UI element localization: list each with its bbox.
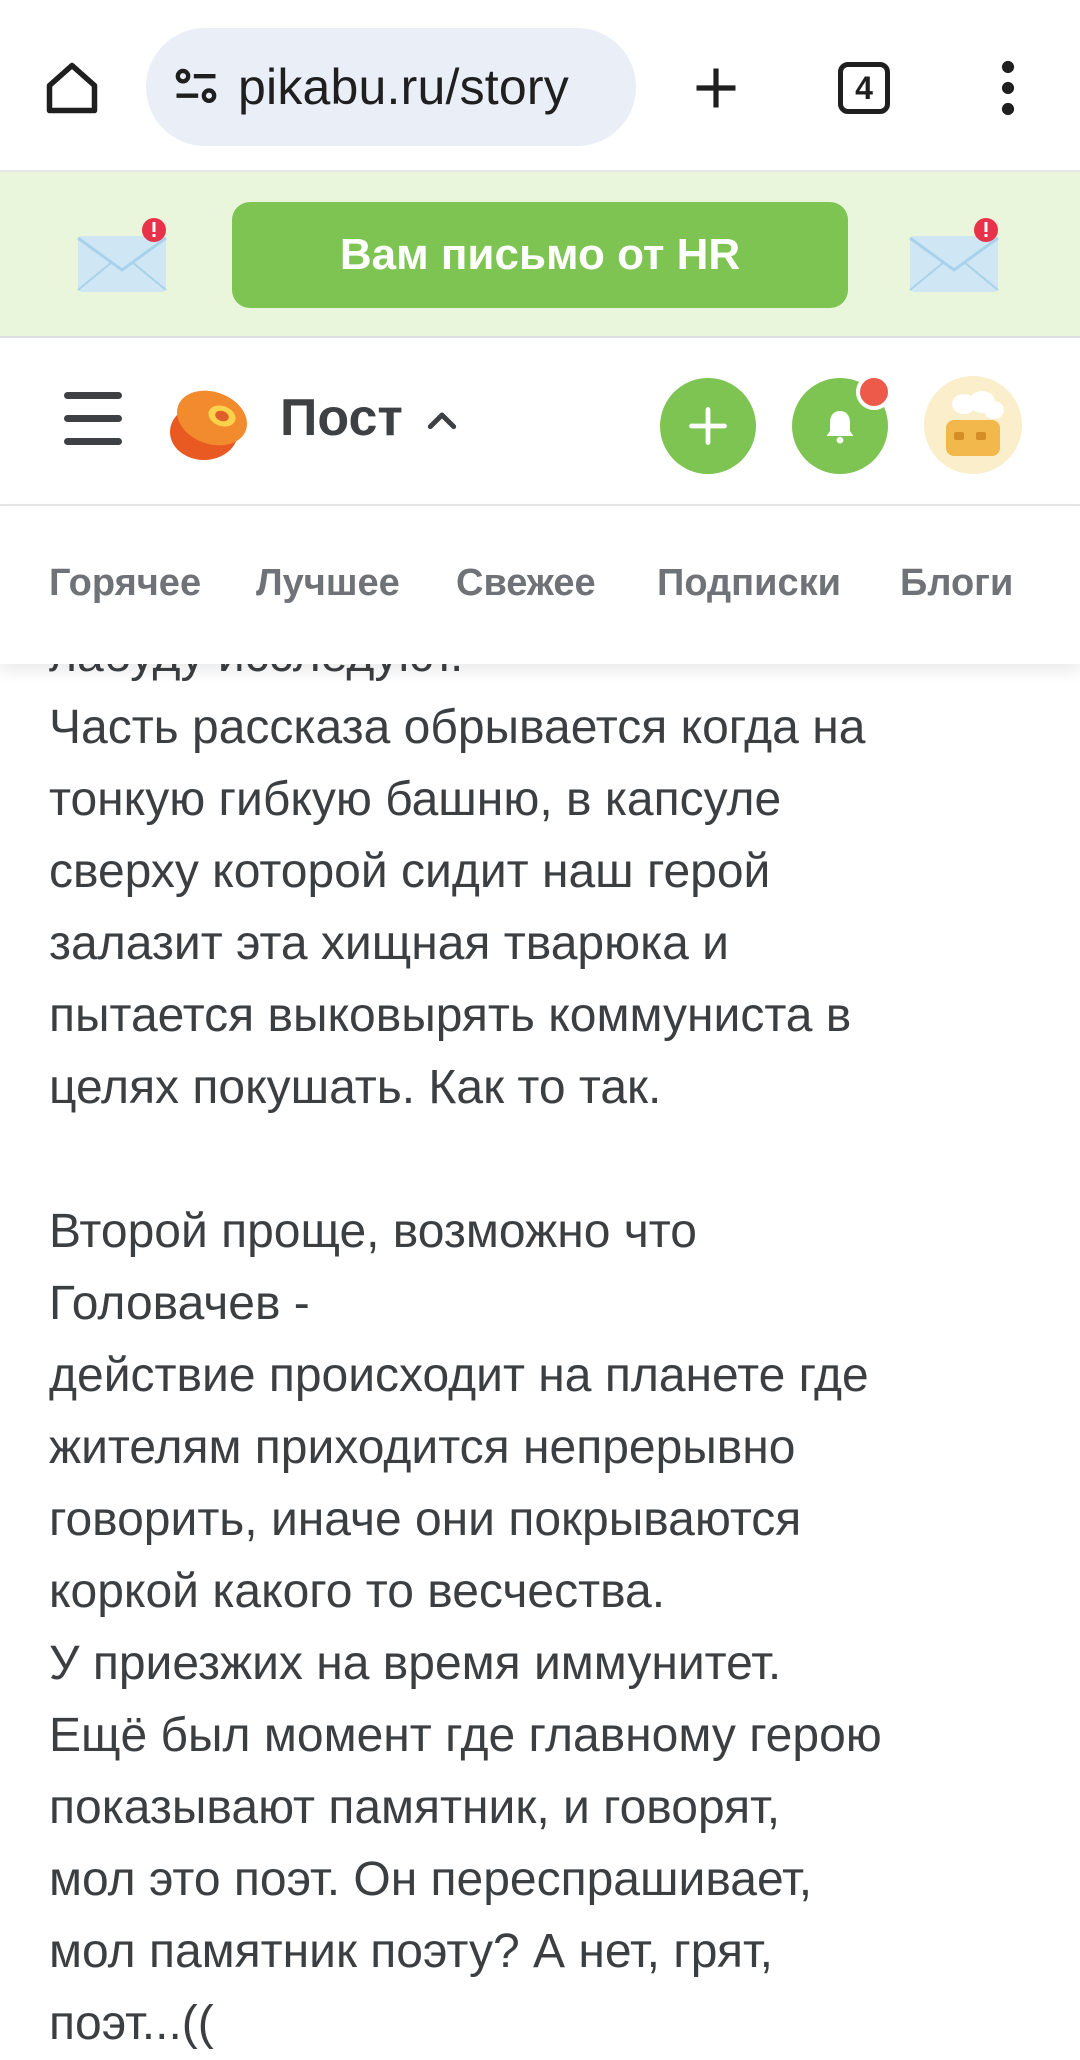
new-tab-button[interactable] bbox=[674, 46, 758, 130]
address-bar[interactable]: pikabu.ru/story bbox=[146, 28, 636, 146]
more-menu-icon bbox=[1001, 60, 1015, 116]
article-body: лабуду исследуют. Часть рассказа обрывае… bbox=[49, 620, 1049, 2060]
article-line: пытается выковырять коммуниста в bbox=[49, 989, 852, 1042]
plus-icon bbox=[689, 407, 727, 445]
article-line: говорить, иначе они покрываются bbox=[49, 1493, 802, 1546]
url-text[interactable]: pikabu.ru/story bbox=[238, 58, 569, 116]
nav-item-blogs[interactable]: Блоги bbox=[900, 562, 1013, 605]
nav-item-best[interactable]: Лучшее bbox=[256, 562, 400, 605]
article-line: Головачев - bbox=[49, 1277, 310, 1330]
nav-item-hot[interactable]: Горячее bbox=[49, 562, 201, 605]
site-settings-icon[interactable] bbox=[170, 61, 222, 113]
article-line: коркой какого то весчества. bbox=[49, 1565, 666, 1618]
article-line: сверху которой сидит наш герой bbox=[49, 845, 771, 898]
envelope-icon bbox=[77, 218, 167, 292]
article-line: Ещё был момент где главному герою bbox=[49, 1709, 882, 1762]
article-line: целях покушать. Как то так. bbox=[49, 1061, 662, 1114]
more-menu-button[interactable] bbox=[966, 46, 1050, 130]
hamburger-icon[interactable] bbox=[64, 392, 122, 446]
home-icon bbox=[46, 62, 98, 114]
tabs-button[interactable]: 4 bbox=[822, 46, 906, 130]
article-line: действие происходит на планете где bbox=[49, 1349, 869, 1402]
notification-badge bbox=[856, 374, 892, 410]
promo-banner: Вам письмо от HR bbox=[0, 172, 1080, 338]
chevron-up-icon[interactable] bbox=[422, 400, 462, 440]
bell-icon bbox=[826, 411, 854, 444]
article-line: жителям приходится непрерывно bbox=[49, 1421, 796, 1474]
article-line: мол памятник поэту? А нет, грят, bbox=[49, 1925, 773, 1978]
article-line: У приезжих на время иммунитет. bbox=[49, 1637, 782, 1690]
page-title[interactable]: Пост bbox=[280, 388, 403, 448]
article-line: показывают памятник, и говорят, bbox=[49, 1781, 781, 1834]
category-nav: Горячее Лучшее Свежее Подписки Блоги bbox=[0, 506, 1080, 664]
avatar-image bbox=[924, 376, 1022, 474]
browser-toolbar: pikabu.ru/story 4 bbox=[0, 0, 1080, 172]
article-line: мол это поэт. Он переспрашивает, bbox=[49, 1853, 813, 1906]
nav-item-fresh[interactable]: Свежее bbox=[456, 562, 596, 605]
site-header: Пост bbox=[0, 338, 1080, 506]
tab-count: 4 bbox=[855, 69, 873, 106]
article-line: Второй проще, возможно что bbox=[49, 1205, 697, 1258]
add-post-button[interactable] bbox=[660, 378, 756, 474]
article-line: Часть рассказа обрывается когда на bbox=[49, 701, 866, 754]
new-tab-icon bbox=[696, 68, 736, 108]
nav-item-subscriptions[interactable]: Подписки bbox=[657, 562, 841, 605]
pikabu-logo[interactable] bbox=[164, 382, 250, 464]
article-line: залазит эта хищная тварюка и bbox=[49, 917, 729, 970]
avatar[interactable] bbox=[924, 376, 1022, 474]
page: pikabu.ru/story 4 Вам письмо от HR Пост … bbox=[0, 0, 1080, 2060]
tabs-icon: 4 bbox=[838, 62, 890, 114]
article-line: поэт...(( bbox=[49, 1997, 214, 2050]
article-line: тонкую гибкую башню, в капсуле bbox=[49, 773, 782, 826]
home-button[interactable] bbox=[30, 46, 114, 130]
envelope-icon bbox=[909, 218, 999, 292]
promo-hr-button[interactable]: Вам письмо от HR bbox=[232, 202, 848, 308]
